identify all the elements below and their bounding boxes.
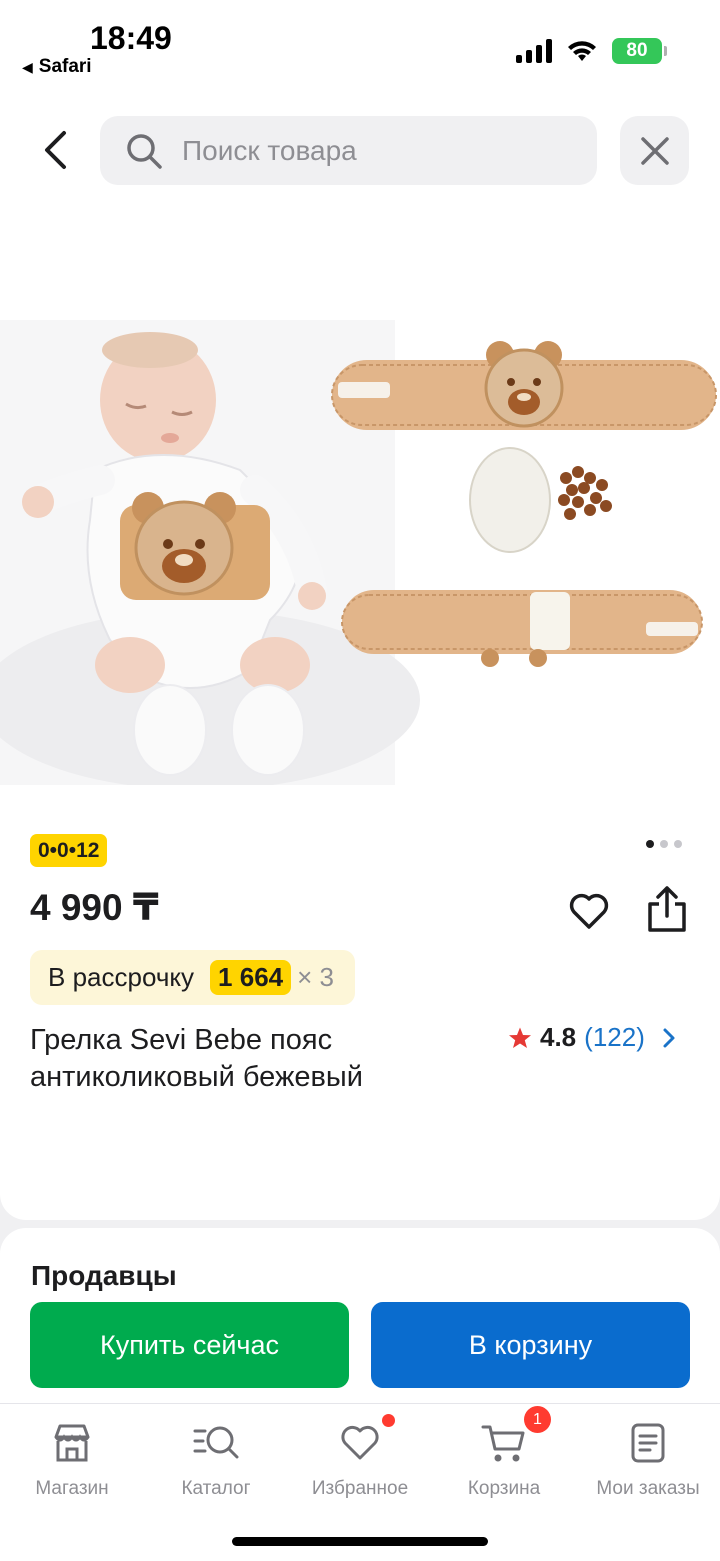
add-to-cart-button[interactable]: В корзину: [371, 1302, 690, 1388]
tab-catalog[interactable]: Каталог: [144, 1418, 288, 1500]
chevron-right-icon: [663, 1028, 675, 1047]
heart-outline-icon: [569, 893, 609, 929]
age-badge: 0•0•12: [30, 834, 108, 867]
tab-store-label: Магазин: [35, 1478, 109, 1499]
cart-count-badge: 1: [524, 1406, 551, 1433]
back-to-safari-link[interactable]: ◀ Safari: [22, 56, 92, 78]
installment-multiplier: × 3: [297, 962, 334, 992]
tab-catalog-label: Каталог: [181, 1478, 251, 1499]
battery-level: 80: [626, 40, 648, 61]
favorite-button[interactable]: [566, 888, 612, 934]
home-indicator[interactable]: [232, 1537, 488, 1546]
back-button[interactable]: [30, 122, 80, 178]
search-icon: [127, 133, 162, 169]
store-icon: [47, 1418, 97, 1468]
status-icons: 80: [516, 38, 667, 64]
search-placeholder: Поиск товара: [182, 134, 357, 166]
buy-now-button[interactable]: Купить сейчас: [30, 1302, 349, 1388]
sellers-heading: Продавцы: [31, 1260, 177, 1291]
rating-value: 4.8: [540, 1022, 577, 1052]
star-icon: [509, 1027, 531, 1048]
battery-icon: 80: [612, 38, 667, 64]
close-icon: [640, 136, 669, 165]
rating-link[interactable]: 4.8 (122): [508, 1022, 677, 1053]
review-count: (122): [584, 1022, 645, 1052]
status-bar: 18:49 ◀ Safari 80: [0, 0, 720, 92]
sellers-panel: Продавцы Купить сейчас В корзину: [0, 1228, 720, 1403]
share-button[interactable]: [644, 884, 690, 934]
product-image[interactable]: [0, 320, 720, 790]
tab-favorites[interactable]: Избранное: [288, 1414, 432, 1500]
cellular-signal-icon: [516, 39, 552, 63]
installment-amount: 1 664: [210, 960, 292, 995]
pagination-dot-1: [646, 840, 654, 848]
heart-icon: [335, 1414, 395, 1468]
catalog-search-icon: [191, 1418, 241, 1468]
status-time: 18:49: [90, 20, 172, 56]
bottom-tab-bar: Магазин Каталог Избранное 1 Корзина Мои …: [0, 1403, 720, 1561]
tab-favorites-label: Избранное: [311, 1478, 409, 1499]
pagination-dot-2: [660, 840, 668, 848]
back-app-label: Safari: [38, 56, 92, 77]
product-price: 4 990 ₸: [30, 887, 159, 928]
tab-store[interactable]: Магазин: [0, 1418, 144, 1500]
tab-orders[interactable]: Мои заказы: [576, 1418, 720, 1500]
orders-icon: [623, 1418, 673, 1468]
favorites-notification-dot: [382, 1414, 395, 1427]
image-pagination-dots: [646, 840, 682, 848]
pagination-dot-3: [674, 840, 682, 848]
installment-offer[interactable]: В рассрочку 1 664 × 3: [30, 950, 355, 1005]
search-input[interactable]: Поиск товара: [100, 116, 597, 185]
installment-label: В рассрочку: [48, 962, 195, 992]
tab-cart-label: Корзина: [467, 1478, 541, 1499]
tab-cart[interactable]: 1 Корзина: [432, 1406, 576, 1500]
product-title: Грелка Sevi Bebe пояс антиколиковый беже…: [30, 1024, 363, 1093]
cart-icon: 1: [479, 1406, 551, 1468]
wifi-icon: [568, 41, 596, 61]
close-search-button[interactable]: [620, 116, 689, 185]
share-icon: [648, 886, 686, 932]
back-triangle-icon: ◀: [22, 58, 33, 75]
tab-orders-label: Мои заказы: [596, 1478, 700, 1499]
chevron-left-icon: [45, 131, 66, 169]
